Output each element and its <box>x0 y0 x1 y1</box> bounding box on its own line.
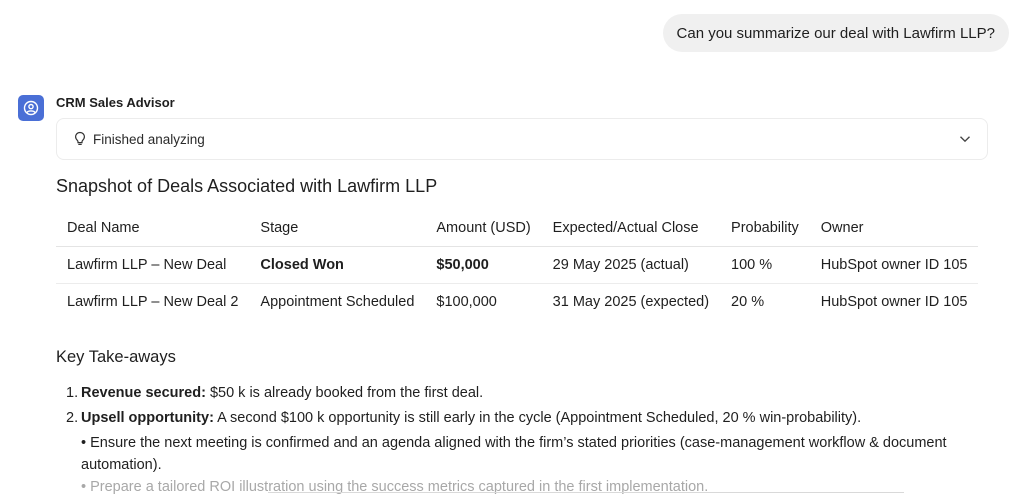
analysis-status-toggle[interactable]: Finished analyzing <box>56 118 988 160</box>
owner-cell: HubSpot owner ID 105 <box>820 293 968 310</box>
column-header-owner: Owner <box>809 210 979 247</box>
close-date-cell: 29 May 2025 (actual) <box>541 246 721 284</box>
deals-table-container[interactable]: Deal Name Stage Amount (USD) Expected/Ac… <box>56 210 988 320</box>
snapshot-heading: Snapshot of Deals Associated with Lawfir… <box>56 176 438 196</box>
probability-cell: 100 % <box>720 246 810 284</box>
stage-cell: Appointment Scheduled <box>260 293 415 310</box>
analysis-status-text: Finished analyzing <box>93 131 205 147</box>
list-number: 2. <box>66 410 79 426</box>
table-row: Lawfirm LLP – New Deal 2 Appointment Sch… <box>56 283 978 320</box>
close-date-cell: 31 May 2025 (expected) <box>552 293 710 310</box>
deals-table: Deal Name Stage Amount (USD) Expected/Ac… <box>56 210 979 320</box>
user-message-text: Can you summarize our deal with Lawfirm … <box>676 24 995 42</box>
deal-name-cell: Lawfirm LLP – New Deal 2 <box>67 293 239 310</box>
list-item-text: $50 k is already booked from the first d… <box>205 385 484 401</box>
column-header-close: Expected/Actual Close <box>541 210 721 247</box>
list-item-body: Upsell opportunity: A second $100 k oppo… <box>81 407 861 429</box>
chevron-down-icon[interactable] <box>959 135 971 143</box>
table-row: Lawfirm LLP – New Deal Closed Won $50,00… <box>56 246 979 284</box>
list-item-body: Revenue secured: $50 k is already booked… <box>81 382 483 404</box>
user-message-bubble: Can you summarize our deal with Lawfirm … <box>662 14 1009 52</box>
amount-cell: $100,000 <box>436 293 497 310</box>
list-number: 1. <box>66 385 79 401</box>
column-header-amount: Amount (USD) <box>425 210 542 247</box>
takeaways-heading: Key Take-aways <box>56 348 176 366</box>
assistant-name: CRM Sales Advisor <box>56 95 175 110</box>
table-header-row: Deal Name Stage Amount (USD) Expected/Ac… <box>56 210 979 247</box>
divider <box>268 492 904 493</box>
column-header-probability: Probability <box>720 210 810 247</box>
stage-cell: Closed Won <box>249 246 426 284</box>
column-header-stage: Stage <box>249 210 426 247</box>
list-item-label: Upsell opportunity: <box>81 410 214 426</box>
list-item: 2. Upsell opportunity: A second $100 k o… <box>66 407 966 429</box>
amount-cell: $50,000 <box>425 246 542 284</box>
takeaways-list: 1. Revenue secured: $50 k is already boo… <box>66 382 966 494</box>
list-item: 1. Revenue secured: $50 k is already boo… <box>66 382 966 404</box>
list-item-label: Revenue secured: <box>81 385 206 401</box>
owner-cell: HubSpot owner ID 105 <box>809 246 979 284</box>
list-item-text: A second $100 k opportunity is still ear… <box>213 410 862 426</box>
user-circle-icon <box>23 100 39 116</box>
lightbulb-icon <box>73 130 89 148</box>
probability-cell: 20 % <box>731 293 765 310</box>
assistant-avatar <box>18 95 44 121</box>
column-header-deal-name: Deal Name <box>56 210 250 247</box>
sub-bullet: • Ensure the next meeting is confirmed a… <box>81 435 947 473</box>
deal-name-cell: Lawfirm LLP – New Deal <box>56 246 250 284</box>
